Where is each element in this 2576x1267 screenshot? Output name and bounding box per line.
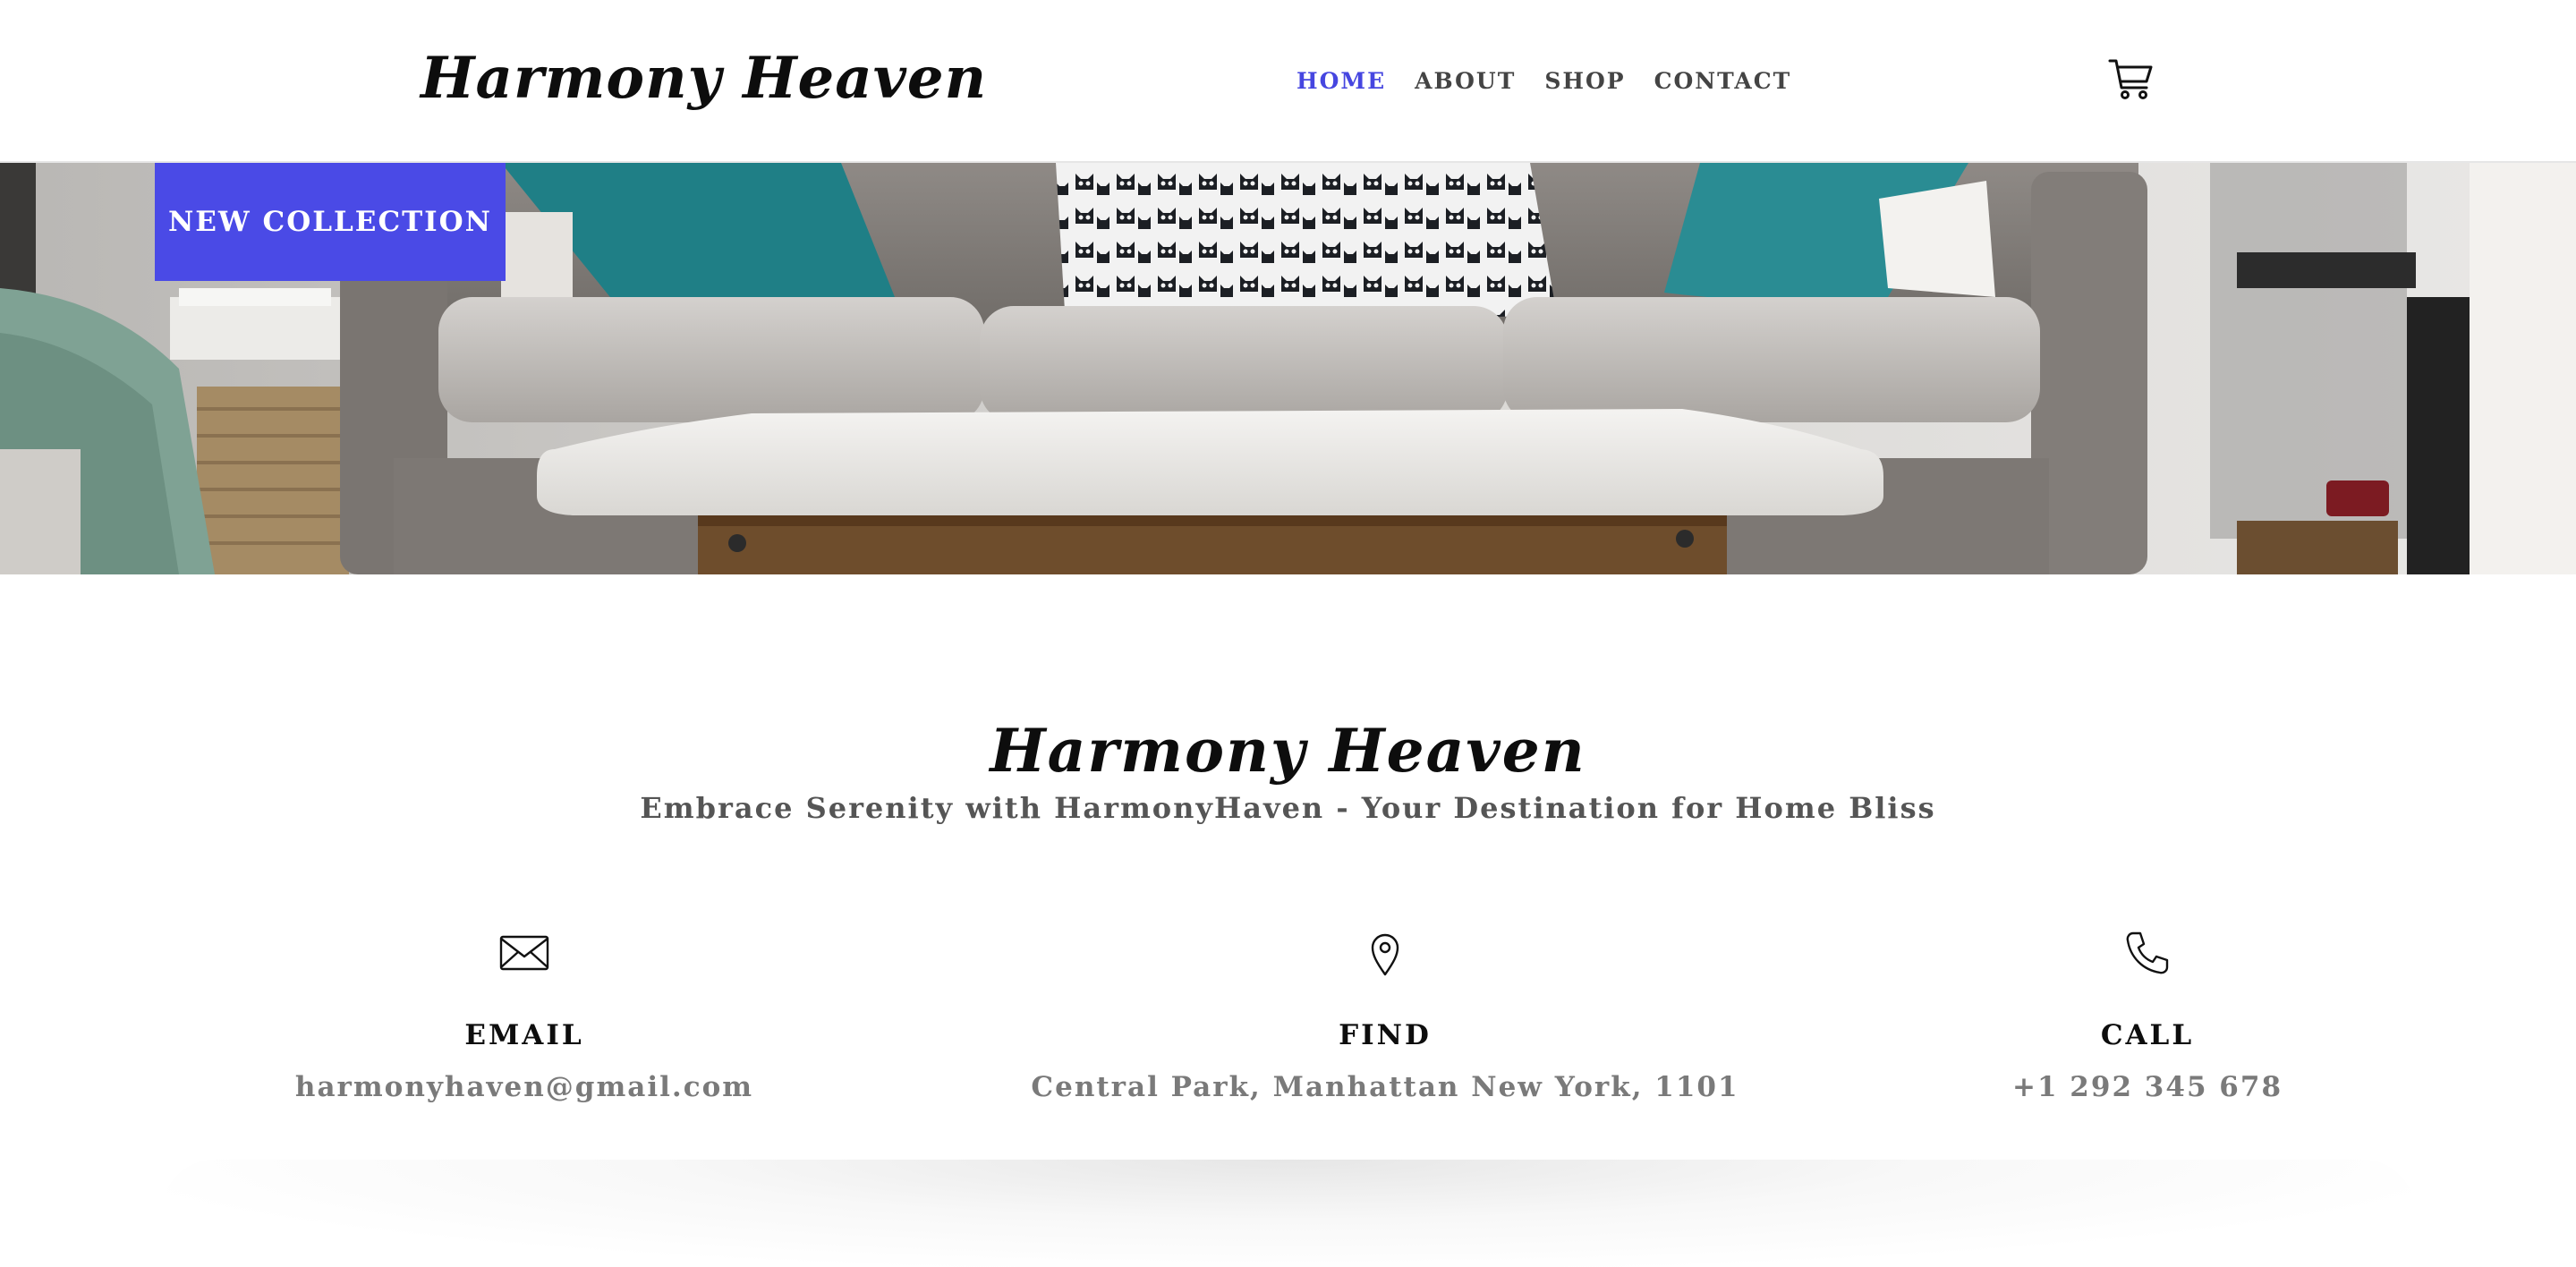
site-header: Harmony Heaven HOME ABOUT SHOP CONTACT	[0, 0, 2576, 163]
envelope-icon	[499, 935, 549, 971]
nav-item-contact[interactable]: CONTACT	[1654, 68, 1792, 94]
contact-value-call[interactable]: +1 292 345 678	[1745, 1071, 2550, 1103]
contact-call: CALL +1 292 345 678	[1745, 926, 2550, 1103]
phone-icon	[2126, 931, 2169, 974]
brand-tagline: Embrace Serenity with HarmonyHaven - You…	[640, 791, 1936, 825]
nav-item-home[interactable]: HOME	[1297, 68, 1386, 94]
contact-value-find[interactable]: Central Park, Manhattan New York, 1101	[982, 1071, 1788, 1103]
footer-shadow	[161, 1160, 2416, 1267]
contact-email: EMAIL harmonyhaven@gmail.com	[122, 926, 927, 1103]
contact-label-email: EMAIL	[464, 1019, 584, 1051]
main-nav: HOME ABOUT SHOP CONTACT	[1297, 68, 1791, 94]
contact-find: FIND Central Park, Manhattan New York, 1…	[982, 926, 1788, 1103]
nav-item-about[interactable]: ABOUT	[1415, 68, 1516, 94]
nav-item-shop[interactable]: SHOP	[1544, 68, 1625, 94]
shopping-cart-icon[interactable]	[2106, 54, 2156, 104]
contact-label-call: CALL	[2100, 1019, 2195, 1051]
contact-label-find: FIND	[1339, 1019, 1432, 1051]
contact-value-email[interactable]: harmonyhaven@gmail.com	[122, 1071, 927, 1103]
new-collection-button[interactable]: NEW COLLECTION	[155, 163, 506, 281]
map-pin-icon	[1371, 933, 1399, 976]
brand-title: Harmony Heaven	[990, 716, 1586, 786]
site-logo[interactable]: Harmony Heaven	[421, 45, 987, 112]
